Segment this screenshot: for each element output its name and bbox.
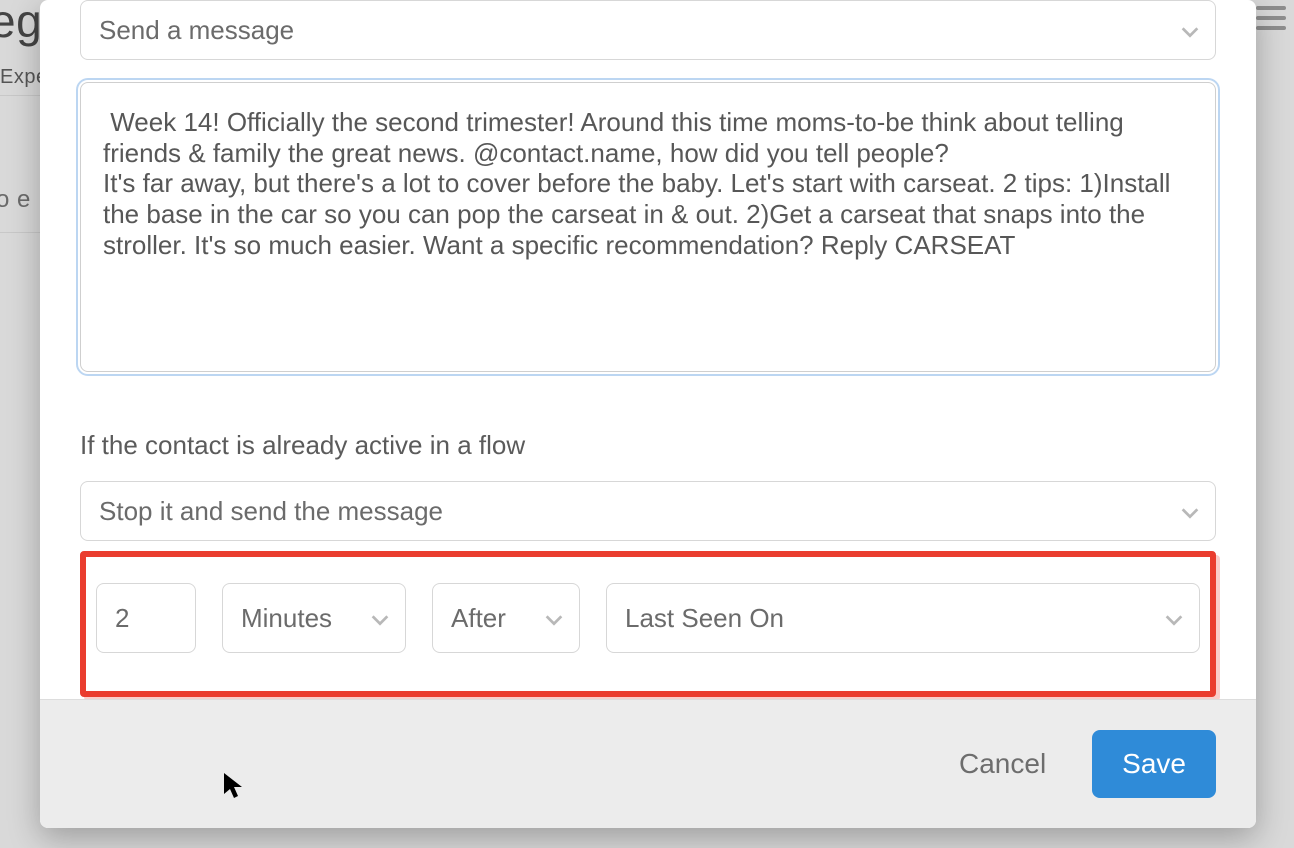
mouse-cursor-icon	[222, 772, 244, 800]
chevron-down-icon	[1163, 607, 1185, 629]
flow-conflict-select[interactable]: Stop it and send the message	[80, 481, 1216, 541]
message-textarea[interactable]: Week 14! Officially the second trimester…	[80, 82, 1216, 372]
chevron-down-icon	[1179, 500, 1201, 522]
flow-conflict-label: Stop it and send the message	[99, 496, 443, 527]
timing-amount-input[interactable]	[96, 583, 196, 653]
bg-title-fragment: eg	[0, 0, 42, 48]
modal-body: Send a message Week 14! Officially the s…	[40, 0, 1256, 699]
save-button[interactable]: Save	[1092, 730, 1216, 798]
cancel-button[interactable]: Cancel	[953, 747, 1052, 781]
timing-relation-label: After	[451, 603, 506, 634]
trigger-editor-modal: Send a message Week 14! Officially the s…	[40, 0, 1256, 828]
action-type-select[interactable]: Send a message	[80, 0, 1216, 60]
modal-footer: Cancel Save	[40, 699, 1256, 828]
chevron-down-icon	[543, 607, 565, 629]
timing-relation-select[interactable]: After	[432, 583, 580, 653]
chevron-down-icon	[369, 607, 391, 629]
timing-unit-label: Minutes	[241, 603, 332, 634]
bg-rule	[0, 232, 42, 233]
timing-anchor-label: Last Seen On	[625, 603, 784, 634]
bg-text-fragment-2: o e	[0, 186, 31, 214]
timing-anchor-select[interactable]: Last Seen On	[606, 583, 1200, 653]
chevron-down-icon	[1179, 19, 1201, 41]
action-type-label: Send a message	[99, 15, 294, 46]
menu-icon[interactable]	[1256, 6, 1286, 30]
bg-rule	[0, 95, 44, 96]
timing-row-highlight: Minutes After Last Seen On	[80, 551, 1216, 697]
timing-unit-select[interactable]: Minutes	[222, 583, 406, 653]
flow-section-label: If the contact is already active in a fl…	[80, 430, 1216, 461]
